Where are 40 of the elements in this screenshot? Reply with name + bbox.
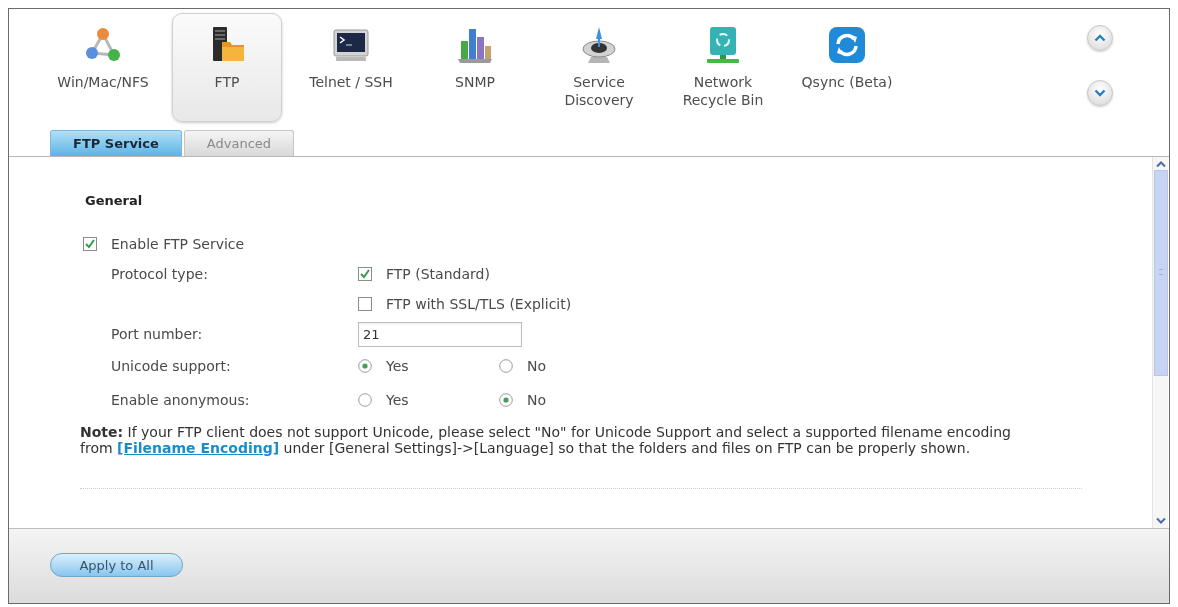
chevron-down-icon[interactable] xyxy=(1154,517,1167,525)
checkbox[interactable] xyxy=(358,267,372,281)
service-button[interactable]: Qsync (Beta) xyxy=(792,13,902,122)
sync-icon xyxy=(827,25,867,65)
service-button[interactable]: Service Discovery xyxy=(544,13,654,122)
service-button[interactable]: Telnet / SSH xyxy=(296,13,406,122)
radio-button[interactable] xyxy=(499,393,513,407)
option-label: FTP with SSL/TLS (Explicit) xyxy=(386,295,572,313)
service-button[interactable]: Network Recycle Bin xyxy=(668,13,778,122)
field-label: Protocol type: xyxy=(111,265,208,283)
service-button[interactable]: FTP xyxy=(172,13,282,122)
scrollbar-thumb[interactable] xyxy=(1153,170,1168,376)
checkbox[interactable] xyxy=(83,237,97,251)
service-button[interactable]: SNMP xyxy=(420,13,530,122)
service-button[interactable]: Win/Mac/NFS xyxy=(48,13,158,122)
field-label: Port number: xyxy=(111,325,203,343)
tab[interactable]: FTP Service xyxy=(50,130,182,156)
text-field[interactable]: 21 xyxy=(358,321,522,347)
option-label: Yes xyxy=(386,357,409,375)
scrollbar[interactable] xyxy=(1152,157,1168,528)
field-label: Enable anonymous: xyxy=(111,391,250,409)
checkbox-label: Enable FTP Service xyxy=(111,235,245,253)
radio-button[interactable] xyxy=(358,359,372,373)
apply-to-all-button[interactable]: Apply to All xyxy=(50,553,183,577)
scroll-down-button[interactable] xyxy=(1087,80,1113,106)
option-label: No xyxy=(527,357,547,375)
radio-button[interactable] xyxy=(358,393,372,407)
filename-encoding-link[interactable]: [Filename Encoding] xyxy=(117,440,280,456)
scroll-up-button[interactable] xyxy=(1087,25,1113,51)
option-label: FTP (Standard) xyxy=(386,265,490,283)
chevron-down-icon xyxy=(1094,89,1106,97)
chevron-up-icon[interactable] xyxy=(1154,160,1167,168)
radio-button[interactable] xyxy=(499,359,513,373)
note-text: Note: If your FTP client does not support Unicode, please select "No" for Unicode Support and select a supported filename encoding from [Filename Encoding] under [General Settings]->[Language] so that the folders and files on FTP can be properly shown. xyxy=(80,424,1012,456)
option-label: No xyxy=(527,391,547,409)
option-label: Yes xyxy=(386,391,409,409)
field-label: Unicode support: xyxy=(111,357,231,375)
checkbox[interactable] xyxy=(358,297,372,311)
section-title: General xyxy=(85,193,143,209)
chevron-up-icon xyxy=(1094,34,1106,42)
